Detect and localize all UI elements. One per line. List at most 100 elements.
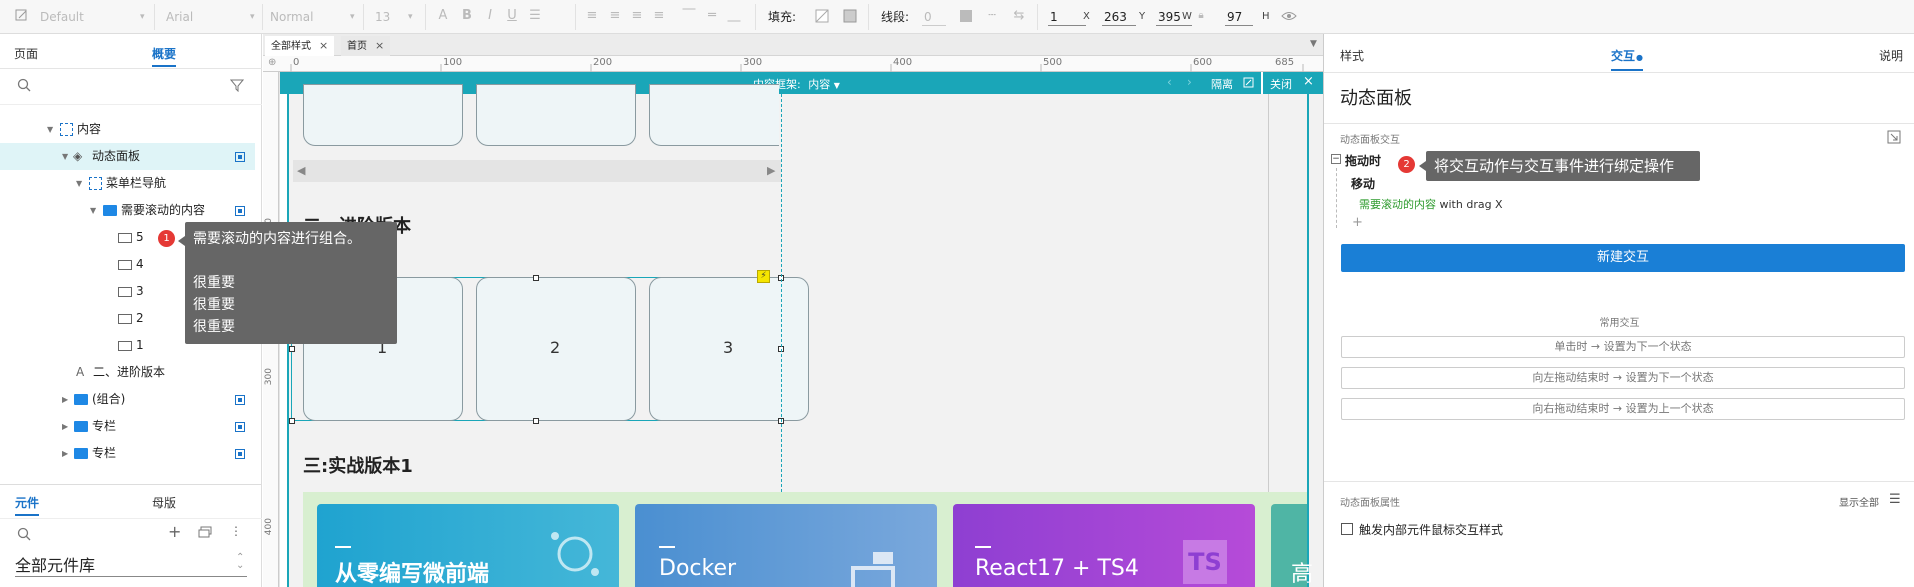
interaction-action[interactable]: 移动	[1351, 175, 1375, 192]
resize-handle[interactable]	[533, 418, 539, 424]
resize-handle[interactable]	[289, 346, 295, 352]
tree-item-column[interactable]: ▶ 专栏	[0, 413, 255, 440]
close-icon[interactable]: ×	[1303, 74, 1314, 89]
horizontal-scrollbar[interactable]	[293, 160, 781, 182]
resize-handle[interactable]	[533, 275, 539, 281]
course-card[interactable]: Docker	[635, 504, 937, 587]
tree-item-content[interactable]: ▼ 内容	[0, 116, 255, 143]
tab-style[interactable]: 样式	[1340, 48, 1364, 64]
divider	[15, 576, 247, 577]
more-options-icon[interactable]: ⋮	[230, 524, 242, 538]
scroll-right-icon[interactable]: ▶	[767, 164, 775, 177]
font-select[interactable]: Arial	[166, 7, 193, 27]
action-target[interactable]: 需要滚动的内容 with drag X	[1359, 196, 1503, 212]
align-center-icon[interactable]: ≡	[608, 9, 622, 23]
font-weight-select[interactable]: Normal	[270, 7, 313, 27]
resize-handle[interactable]	[289, 418, 295, 424]
scroll-card[interactable]	[303, 84, 463, 146]
valign-bottom-icon[interactable]: ⎽	[727, 9, 741, 23]
eye-icon[interactable]	[1281, 9, 1297, 23]
course-card[interactable]: 高	[1271, 504, 1313, 587]
next-state-icon[interactable]: ›	[1187, 75, 1192, 89]
tree-item-group[interactable]: ▶ (组合)	[0, 386, 255, 413]
y-position-input[interactable]: 263	[1102, 8, 1136, 26]
collapse-triangle-icon[interactable]: ▼	[90, 197, 96, 224]
show-all-link[interactable]: 显示全部	[1839, 494, 1879, 509]
doc-tab-home[interactable]: 首页 ×	[341, 36, 391, 56]
height-input[interactable]: 97	[1225, 8, 1253, 26]
valign-middle-icon[interactable]: ═	[705, 9, 719, 23]
tab-widgets[interactable]: 元件	[15, 495, 40, 516]
isolate-button[interactable]: 隔离	[1211, 76, 1233, 92]
close-icon[interactable]: ×	[375, 39, 384, 52]
valign-top-icon[interactable]: ⎺	[682, 9, 696, 23]
style-select[interactable]: Default	[40, 7, 84, 27]
collapse-triangle-icon[interactable]: ▼	[47, 116, 53, 143]
common-interaction-button[interactable]: 单击时 → 设置为下一个状态	[1341, 336, 1905, 358]
list-icon[interactable]: ☰	[528, 9, 542, 23]
style-format-icon[interactable]	[14, 8, 28, 22]
tree-item-heading[interactable]: A 二、进阶版本	[0, 359, 255, 386]
course-card[interactable]: React17 + TS4 TS	[953, 504, 1255, 587]
prev-state-icon[interactable]: ‹	[1167, 75, 1172, 89]
line-color-icon[interactable]	[959, 9, 973, 23]
trigger-mouse-style-checkbox[interactable]	[1341, 523, 1353, 535]
expand-triangle-icon[interactable]: ▶	[62, 386, 68, 413]
tab-notes[interactable]: 说明	[1879, 48, 1903, 64]
scroll-card[interactable]	[476, 84, 636, 146]
font-size-select[interactable]: 13	[375, 7, 390, 27]
close-icon[interactable]: ×	[319, 39, 328, 52]
tree-item-dynamic-panel[interactable]: ▼ ◈ 动态面板	[0, 143, 255, 170]
lightning-icon[interactable]: ⚡︎	[757, 270, 770, 283]
new-interaction-button[interactable]: 新建交互	[1341, 244, 1905, 272]
underline-icon[interactable]: U	[505, 9, 519, 23]
library-select[interactable]: 全部元件库	[15, 552, 95, 576]
add-library-icon[interactable]: +	[168, 522, 181, 541]
course-card[interactable]: 从零编写微前端	[317, 504, 619, 587]
font-color-icon[interactable]: A	[436, 9, 450, 23]
tabs-dropdown-icon[interactable]: ▼	[1310, 39, 1317, 49]
scroll-left-icon[interactable]: ◀	[297, 164, 305, 177]
sort-arrows-icon[interactable]: ⌃ ⌄	[236, 553, 244, 571]
collapse-triangle-icon[interactable]: ▼	[62, 143, 68, 170]
doc-tab-all-styles[interactable]: 全部样式 ×	[265, 36, 335, 56]
bold-icon[interactable]: B	[460, 9, 474, 23]
x-position-input[interactable]: 1	[1048, 8, 1086, 26]
expand-icon[interactable]	[1243, 77, 1254, 91]
fill-image-icon[interactable]	[843, 9, 857, 23]
tree-item-scroll-content[interactable]: ▼ 需要滚动的内容	[0, 197, 255, 224]
panel-state-select[interactable]: 内容	[808, 78, 830, 91]
expand-triangle-icon[interactable]: ▶	[62, 413, 68, 440]
common-interaction-button[interactable]: 向左拖动结束时 → 设置为下一个状态	[1341, 367, 1905, 389]
menu-icon[interactable]: ☰	[1889, 492, 1901, 507]
arrow-style-icon[interactable]: ⇆	[1012, 9, 1026, 23]
design-canvas[interactable]: 全部样式 × 首页 × ▼ ⊕ 0 100 200 300 400 500 600 …	[263, 34, 1323, 587]
align-right-icon[interactable]: ≡	[630, 9, 644, 23]
line-width-input[interactable]: 0	[922, 8, 946, 26]
search-icon[interactable]	[17, 527, 31, 544]
expand-triangle-icon[interactable]: ▶	[62, 440, 68, 467]
step-badge: 2	[1398, 156, 1415, 173]
lock-icon[interactable]: 🔒︎	[1194, 9, 1208, 23]
align-justify-icon[interactable]: ≡	[652, 9, 666, 23]
tab-masters[interactable]: 母版	[152, 495, 176, 511]
tree-item-menu-nav[interactable]: ▼ 菜单栏导航	[0, 170, 255, 197]
italic-icon[interactable]: I	[483, 9, 497, 23]
align-left-icon[interactable]: ≡	[585, 9, 599, 23]
collapse-minus-icon[interactable]: −	[1331, 154, 1341, 164]
interaction-event[interactable]: 拖动时	[1345, 152, 1381, 169]
copy-library-icon[interactable]	[198, 526, 212, 541]
collapse-triangle-icon[interactable]: ▼	[76, 170, 82, 197]
scroll-card[interactable]: 2	[476, 277, 636, 421]
tab-interactions[interactable]: 交互●	[1611, 48, 1643, 71]
scroll-card[interactable]	[649, 84, 779, 146]
fill-color-icon[interactable]	[815, 9, 829, 23]
tree-item-column[interactable]: ▶ 专栏	[0, 440, 255, 467]
common-interaction-button[interactable]: 向右拖动结束时 → 设置为上一个状态	[1341, 398, 1905, 420]
close-panel-button[interactable]: 关闭	[1270, 76, 1292, 92]
line-pattern-icon[interactable]: ┄	[985, 9, 999, 23]
scroll-card[interactable]: 3	[649, 277, 809, 421]
divider	[1324, 72, 1914, 73]
expand-window-icon[interactable]	[1887, 130, 1901, 147]
add-action-icon[interactable]: +	[1352, 215, 1363, 230]
